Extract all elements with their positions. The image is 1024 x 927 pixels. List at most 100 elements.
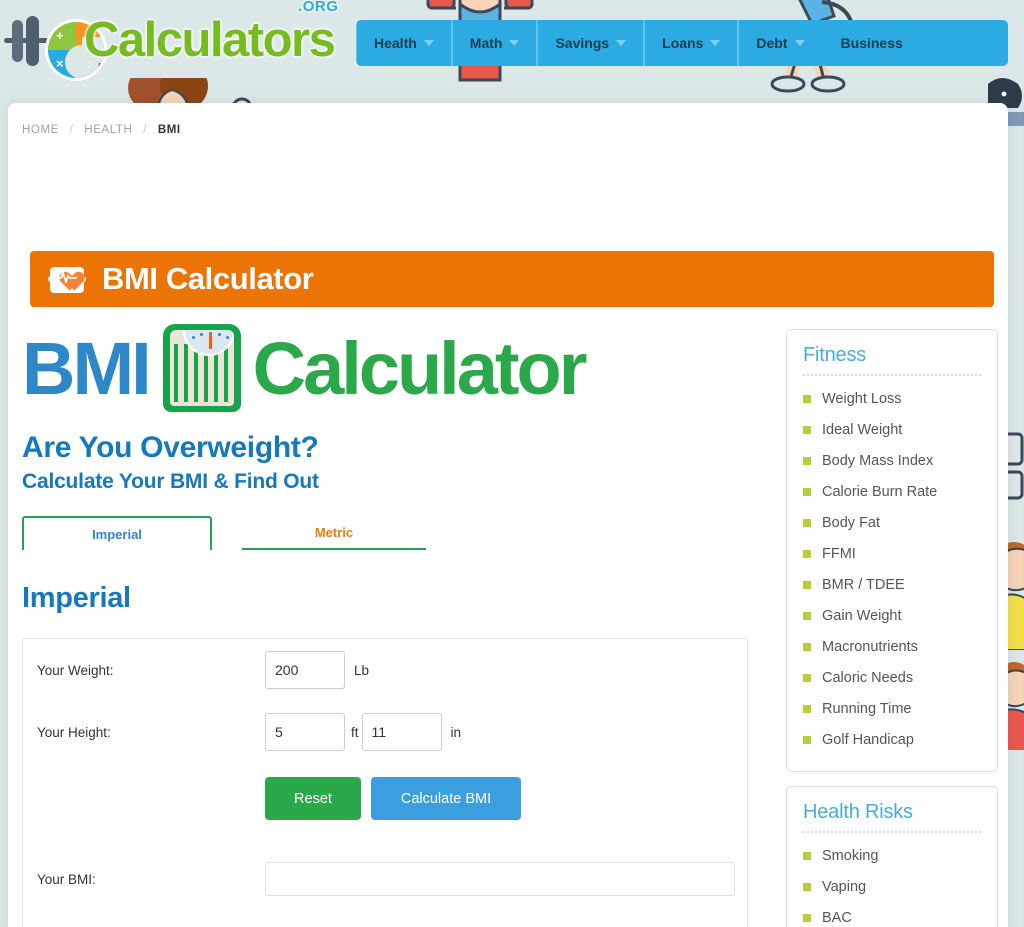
sidebar-item-label: Golf Handicap: [822, 731, 914, 748]
breadcrumb-home[interactable]: HOME: [22, 124, 59, 136]
nav-label: Savings: [555, 35, 610, 51]
logo-bmi-text: BMI: [22, 327, 152, 410]
hero-headline: Are You Overweight?: [22, 431, 319, 464]
sidebar-item-label: Body Mass Index: [822, 452, 934, 469]
bmi-result-row: Your BMI:: [23, 844, 747, 914]
bullet-icon: [803, 611, 811, 620]
chevron-down-icon: [616, 40, 627, 46]
logo-symbol-plus: +: [56, 27, 64, 43]
weight-label: Your Weight:: [37, 662, 114, 678]
nav-label: Business: [840, 35, 903, 51]
sidebar-item-label: Running Time: [822, 700, 912, 717]
sidebar-box-health-risks: Health Risks Smoking Vaping BAC Heart Di…: [786, 786, 998, 927]
sidebar: Fitness Weight Loss Ideal Weight Body Ma…: [786, 329, 998, 927]
sidebar-item-smoking[interactable]: Smoking: [803, 840, 981, 871]
content-card: HOME / HEALTH / BMI BMI Calculator BMI C…: [8, 103, 1008, 927]
divider: [803, 374, 981, 376]
bullet-icon: [803, 394, 811, 403]
bullet-icon: [803, 487, 811, 496]
heart-pulse-icon: [48, 263, 86, 295]
nav-item-savings[interactable]: Savings: [537, 20, 644, 66]
page-header-banner: BMI Calculator: [30, 251, 994, 307]
breadcrumb-health[interactable]: HEALTH: [84, 124, 132, 136]
sidebar-item-caloric-needs[interactable]: Caloric Needs: [803, 662, 981, 693]
brand-name: Calculators: [84, 12, 336, 67]
sidebar-item-bac[interactable]: BAC: [803, 902, 981, 927]
sidebar-item-label: Caloric Needs: [822, 669, 914, 686]
sidebar-item-macronutrients[interactable]: Macronutrients: [803, 631, 981, 662]
bullet-icon: [803, 425, 811, 434]
weight-input[interactable]: [265, 651, 345, 689]
tab-metric[interactable]: Metric: [242, 516, 426, 550]
bullet-icon: [803, 580, 811, 589]
bathroom-scale-icon: [162, 324, 241, 414]
sidebar-item-running-time[interactable]: Running Time: [803, 693, 981, 724]
breadcrumb-separator: /: [69, 124, 74, 136]
weight-row: Your Weight: Lb: [23, 639, 747, 701]
sidebar-item-label: Smoking: [822, 847, 879, 864]
sidebar-item-bmr-tdee[interactable]: BMR / TDEE: [803, 569, 981, 600]
nav-label: Health: [374, 35, 417, 51]
logo-calculator-text: Calculator: [252, 327, 588, 410]
nav-label: Math: [469, 35, 503, 51]
sidebar-item-label: Macronutrients: [822, 638, 918, 655]
sidebar-item-ffmi[interactable]: FFMI: [803, 538, 981, 569]
nav-item-debt[interactable]: Debt: [738, 20, 822, 66]
sidebar-item-label: Body Fat: [822, 514, 881, 531]
sidebar-item-body-fat[interactable]: Body Fat: [803, 507, 981, 538]
height-label: Your Height:: [37, 724, 111, 740]
hero-subheadline: Calculate Your BMI & Find Out: [22, 470, 319, 493]
sidebar-item-label: Gain Weight: [822, 607, 902, 624]
weight-unit-label: Lb: [354, 662, 370, 678]
sidebar-title-fitness: Fitness: [803, 344, 867, 366]
sidebar-item-gain-weight[interactable]: Gain Weight: [803, 600, 981, 631]
sidebar-item-golf-handicap[interactable]: Golf Handicap: [803, 724, 981, 755]
unit-system-tabs: Imperial Metric: [22, 516, 734, 550]
height-feet-input[interactable]: [265, 713, 345, 751]
form-section-title: Imperial: [22, 582, 131, 614]
nav-label: Debt: [756, 35, 788, 51]
main-column: BMI Calculator Are You Overweight? Calcu…: [22, 321, 762, 927]
site-logo[interactable]: + − × = Calculators .ORG: [4, 0, 338, 78]
reset-button[interactable]: Reset: [265, 777, 361, 820]
sidebar-item-calorie-burn-rate[interactable]: Calorie Burn Rate: [803, 476, 981, 507]
logo-symbol-times: ×: [56, 55, 64, 71]
sidebar-item-body-mass-index[interactable]: Body Mass Index: [803, 445, 981, 476]
chevron-down-icon: [423, 40, 434, 46]
breadcrumb: HOME / HEALTH / BMI: [22, 124, 181, 136]
bullet-icon: [803, 704, 811, 713]
height-feet-unit-label: ft: [351, 724, 359, 740]
chevron-down-icon: [509, 40, 520, 46]
sidebar-item-label: Ideal Weight: [822, 421, 903, 438]
height-inches-input[interactable]: [361, 713, 442, 751]
sidebar-item-ideal-weight[interactable]: Ideal Weight: [803, 414, 981, 445]
bullet-icon: [803, 882, 811, 891]
bullet-icon: [803, 673, 811, 682]
bmi-form-panel: Your Weight: Lb Your Height: ft in Reset…: [22, 638, 748, 927]
sidebar-item-label: FFMI: [822, 545, 856, 562]
form-buttons: Reset Calculate BMI: [23, 777, 747, 820]
chevron-down-icon: [710, 40, 721, 46]
tab-imperial[interactable]: Imperial: [22, 516, 212, 550]
page-title: BMI Calculator: [102, 261, 314, 296]
nav-item-health[interactable]: Health: [356, 20, 452, 66]
nav-item-math[interactable]: Math: [452, 20, 538, 66]
nav-item-business[interactable]: Business: [823, 20, 921, 66]
sidebar-title-health-risks: Health Risks: [803, 801, 913, 823]
calculate-bmi-button[interactable]: Calculate BMI: [371, 777, 521, 820]
sidebar-item-weight-loss[interactable]: Weight Loss: [803, 383, 981, 414]
chevron-down-icon: [794, 40, 805, 46]
top-bar: + − × = Calculators .ORG Health Math: [0, 0, 1024, 90]
sidebar-item-label: Weight Loss: [822, 390, 902, 407]
height-row: Your Height: ft in: [23, 701, 747, 763]
bullet-icon: [803, 735, 811, 744]
bmi-result-output[interactable]: [265, 862, 735, 896]
page-root: + − × = Calculators .ORG Health Math: [0, 0, 1024, 927]
brand-tld: .ORG: [298, 0, 339, 15]
bullet-icon: [803, 851, 811, 860]
nav-item-loans[interactable]: Loans: [644, 20, 738, 66]
bullet-icon: [803, 456, 811, 465]
sidebar-item-vaping[interactable]: Vaping: [803, 871, 981, 902]
breadcrumb-separator: /: [143, 124, 148, 136]
tab-label: Imperial: [92, 526, 142, 542]
